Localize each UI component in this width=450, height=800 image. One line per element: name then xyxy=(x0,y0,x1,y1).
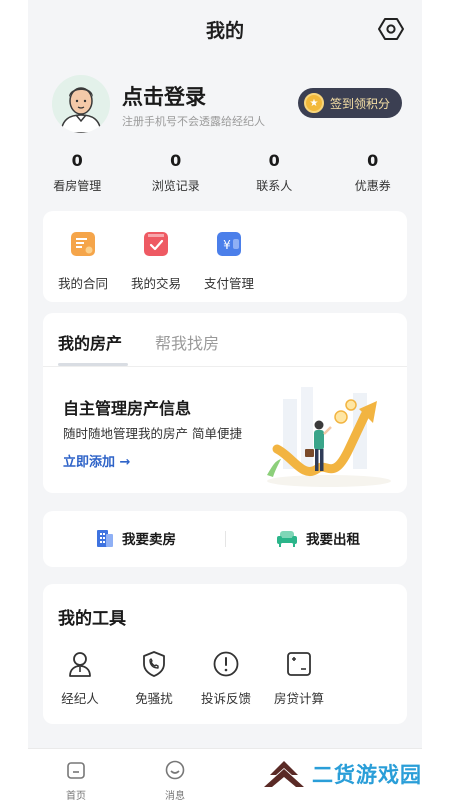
tool-mortgage-calculator[interactable]: 房贷计算 xyxy=(264,650,334,707)
growth-illustration xyxy=(267,387,391,487)
stat-value: 0 xyxy=(71,151,83,170)
stat-label: 浏览记录 xyxy=(151,179,200,193)
add-property-link[interactable]: 立即添加 → xyxy=(63,451,130,470)
rent-house-label: 我要出租 xyxy=(306,532,360,548)
tab-messages[interactable]: 消息 xyxy=(150,759,200,800)
tab-divider xyxy=(43,366,407,367)
checkin-label: 签到领积分 xyxy=(330,96,391,111)
sell-rent-card: 我要卖房 我要出租 xyxy=(43,511,407,567)
tool-label: 免骚扰 xyxy=(135,691,173,706)
agent-person-icon xyxy=(69,652,91,677)
transaction-check-icon xyxy=(144,232,168,256)
sell-house-button[interactable]: 我要卖房 xyxy=(96,528,176,548)
calculator-icon xyxy=(287,652,311,676)
tool-label: 经纪人 xyxy=(61,691,99,706)
watermark-chevron-logo xyxy=(264,761,304,787)
watermark-text: 二货游戏园 xyxy=(312,763,422,787)
stat-value: 0 xyxy=(170,151,182,170)
tool-complaint[interactable]: 投诉反馈 xyxy=(191,650,261,707)
watermark: 二货游戏园 xyxy=(262,752,450,796)
stat-history[interactable]: 0 浏览记录 xyxy=(127,150,226,200)
stat-label: 优惠券 xyxy=(354,179,391,193)
quick-item-payment[interactable]: ¥ 支付管理 xyxy=(194,231,264,292)
sofa-rent-icon xyxy=(277,531,297,547)
tab-my-property[interactable]: 我的房产 xyxy=(58,330,122,354)
stat-value: 0 xyxy=(367,151,379,170)
user-avatar-icon[interactable] xyxy=(52,75,110,133)
quick-item-contract[interactable]: 我的合同 xyxy=(48,231,118,292)
quick-actions-card: 我的合同 我的交易 ¥ 支付管理 xyxy=(43,211,407,302)
home-icon xyxy=(67,762,85,779)
tool-agent[interactable]: 经纪人 xyxy=(45,650,115,707)
login-subtitle: 注册手机号不会透露给经纪人 xyxy=(122,115,265,128)
stat-value: 0 xyxy=(268,151,280,170)
payment-yuan-icon: ¥ xyxy=(217,232,241,256)
page-title: 我的 xyxy=(205,20,244,42)
shield-phone-icon xyxy=(143,651,165,677)
quick-label: 我的合同 xyxy=(57,276,108,291)
tab-home[interactable]: 首页 xyxy=(51,759,101,800)
rent-house-button[interactable]: 我要出租 xyxy=(276,528,360,548)
quick-label: 我的交易 xyxy=(130,276,181,291)
stat-viewing[interactable]: 0 看房管理 xyxy=(28,150,127,200)
login-title[interactable]: 点击登录 xyxy=(122,81,206,111)
stat-coupons[interactable]: 0 优惠券 xyxy=(324,150,423,200)
sell-house-label: 我要卖房 xyxy=(122,532,176,548)
settings-hexagon-icon[interactable] xyxy=(378,16,404,42)
message-smile-icon xyxy=(165,760,185,780)
tools-card: 我的工具 经纪人 免骚扰 投诉反馈 房贷计算 xyxy=(43,584,407,724)
property-description: 随时随地管理我的房产 简单便捷 xyxy=(63,426,242,441)
tab-messages-label: 消息 xyxy=(165,791,185,800)
tab-find-house[interactable]: 帮我找房 xyxy=(155,330,219,354)
tool-label: 投诉反馈 xyxy=(200,691,251,706)
svg-text:¥: ¥ xyxy=(223,238,231,252)
page-header: 我的 xyxy=(28,0,422,60)
stat-contacts[interactable]: 0 联系人 xyxy=(225,150,324,200)
mine-screen: 我的 点击登录 注册手机号不会透露给经纪人 ★ 签到领积分 0 看房管理 0 浏… xyxy=(28,0,422,800)
tab-home-label: 首页 xyxy=(66,791,86,800)
property-card: 我的房产 帮我找房 自主管理房产信息 随时随地管理我的房产 简单便捷 立即添加 … xyxy=(43,313,407,493)
quick-label: 支付管理 xyxy=(203,276,254,291)
property-heading: 自主管理房产信息 xyxy=(63,399,192,418)
star-coin-icon: ★ xyxy=(304,93,324,113)
tools-title: 我的工具 xyxy=(58,609,126,629)
stats-row: 0 看房管理 0 浏览记录 0 联系人 0 优惠券 xyxy=(28,150,422,200)
stat-label: 联系人 xyxy=(256,179,293,193)
stat-label: 看房管理 xyxy=(53,179,102,193)
contract-icon xyxy=(71,232,95,256)
checkin-button[interactable]: ★ 签到领积分 xyxy=(298,88,402,118)
sell-rent-divider xyxy=(225,531,226,547)
building-sell-icon xyxy=(97,530,113,547)
tool-label: 房贷计算 xyxy=(273,691,324,706)
tool-no-harassment[interactable]: 免骚扰 xyxy=(119,650,189,707)
exclamation-circle-icon xyxy=(213,651,239,677)
quick-item-transaction[interactable]: 我的交易 xyxy=(121,231,191,292)
